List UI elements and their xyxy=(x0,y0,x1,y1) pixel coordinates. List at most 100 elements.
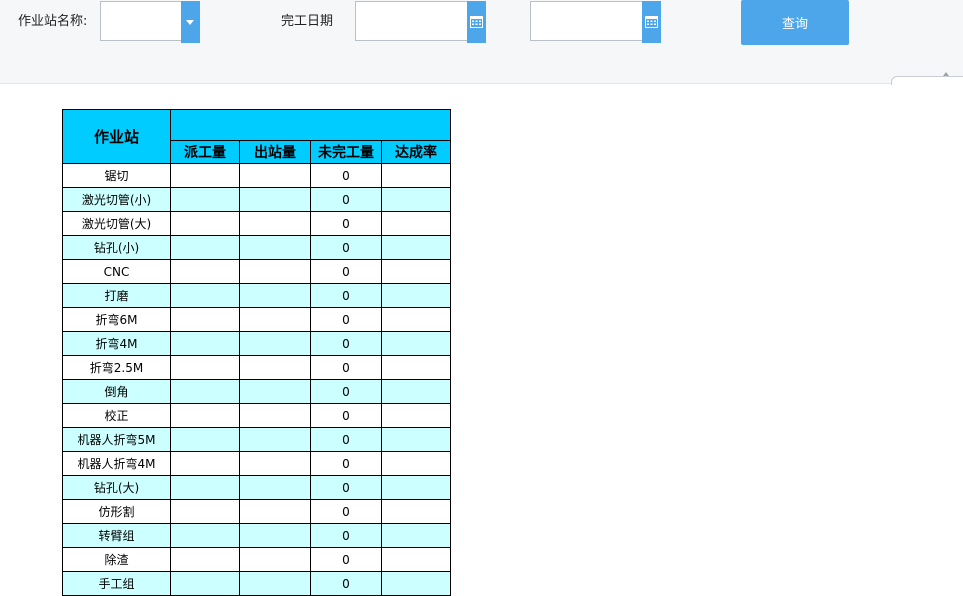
table-body: 锯切 0 激光切管(小) 0 激光切管(大) 0 钻孔(小) 0 CNC 0 打磨 0 折弯6M 0 折弯4… xyxy=(62,163,451,596)
cell-dispatched xyxy=(170,259,240,284)
cell-dispatched xyxy=(170,571,240,596)
date-from-input[interactable] xyxy=(355,1,486,43)
cell-dispatched xyxy=(170,547,240,572)
cell-unfinished: 0 xyxy=(310,355,382,380)
calendar-icon[interactable] xyxy=(642,1,661,43)
cell-station: 激光切管(小) xyxy=(62,187,171,212)
cell-out xyxy=(239,403,311,428)
date-to-input[interactable] xyxy=(530,1,661,43)
cell-unfinished: 0 xyxy=(310,403,382,428)
cell-out xyxy=(239,355,311,380)
calendar-icon[interactable] xyxy=(467,1,486,43)
cell-station: 除渣 xyxy=(62,547,171,572)
cell-station: 倒角 xyxy=(62,379,171,404)
cell-dispatched xyxy=(170,403,240,428)
cell-station: CNC xyxy=(62,259,171,284)
table-row: 折弯4M 0 xyxy=(62,331,451,356)
cell-station: 折弯6M xyxy=(62,307,171,332)
cell-station: 机器人折弯5M xyxy=(62,427,171,452)
cell-rate xyxy=(381,451,451,476)
cell-rate xyxy=(381,331,451,356)
cell-unfinished: 0 xyxy=(310,307,382,332)
header-out: 出站量 xyxy=(239,140,311,164)
table-row: 仿形割 0 xyxy=(62,499,451,524)
cell-rate xyxy=(381,187,451,212)
cell-out xyxy=(239,235,311,260)
cell-unfinished: 0 xyxy=(310,451,382,476)
cell-unfinished: 0 xyxy=(310,187,382,212)
cell-rate xyxy=(381,379,451,404)
cell-station: 机器人折弯4M xyxy=(62,451,171,476)
station-report-table: 作业站 派工量 出站量 未完工量 达成率 锯切 0 激光切管(小) 0 激光切管(大) 0… xyxy=(62,109,451,596)
cell-dispatched xyxy=(170,235,240,260)
cell-dispatched xyxy=(170,451,240,476)
header-unfinished: 未完工量 xyxy=(310,140,382,164)
cell-unfinished: 0 xyxy=(310,163,382,188)
cell-dispatched xyxy=(170,331,240,356)
cell-station: 激光切管(大) xyxy=(62,211,171,236)
cell-unfinished: 0 xyxy=(310,235,382,260)
cell-out xyxy=(239,187,311,212)
cell-out xyxy=(239,259,311,284)
cell-out xyxy=(239,571,311,596)
cell-rate xyxy=(381,499,451,524)
cell-out xyxy=(239,475,311,500)
table-row: 手工组 0 xyxy=(62,571,451,596)
cell-station: 校正 xyxy=(62,403,171,428)
cell-dispatched xyxy=(170,211,240,236)
station-select[interactable] xyxy=(100,1,200,43)
cell-unfinished: 0 xyxy=(310,379,382,404)
table-row: 倒角 0 xyxy=(62,379,451,404)
cell-station: 转臂组 xyxy=(62,523,171,548)
cell-out xyxy=(239,427,311,452)
cell-station: 钻孔(大) xyxy=(62,475,171,500)
cell-unfinished: 0 xyxy=(310,475,382,500)
cell-unfinished: 0 xyxy=(310,259,382,284)
cell-rate xyxy=(381,355,451,380)
header-rate: 达成率 xyxy=(381,140,451,164)
cell-station: 折弯4M xyxy=(62,331,171,356)
chevron-down-icon[interactable] xyxy=(181,1,200,43)
cell-station: 仿形割 xyxy=(62,499,171,524)
cell-rate xyxy=(381,259,451,284)
header-group xyxy=(170,109,451,141)
cell-rate xyxy=(381,283,451,308)
cell-dispatched xyxy=(170,499,240,524)
table-row: 折弯2.5M 0 xyxy=(62,355,451,380)
cell-dispatched xyxy=(170,187,240,212)
cell-dispatched xyxy=(170,523,240,548)
cell-out xyxy=(239,283,311,308)
table-row: 折弯6M 0 xyxy=(62,307,451,332)
cell-out xyxy=(239,379,311,404)
table-row: 机器人折弯4M 0 xyxy=(62,451,451,476)
table-row: 激光切管(小) 0 xyxy=(62,187,451,212)
cell-out xyxy=(239,211,311,236)
cell-out xyxy=(239,451,311,476)
header-dispatched: 派工量 xyxy=(170,140,240,164)
cell-dispatched xyxy=(170,427,240,452)
station-name-label: 作业站名称: xyxy=(18,14,88,29)
completion-date-label: 完工日期 xyxy=(281,14,334,29)
table-row: 钻孔(小) 0 xyxy=(62,235,451,260)
cell-rate xyxy=(381,403,451,428)
cell-station: 折弯2.5M xyxy=(62,355,171,380)
cell-unfinished: 0 xyxy=(310,499,382,524)
cell-rate xyxy=(381,547,451,572)
cell-dispatched xyxy=(170,355,240,380)
header-station: 作业站 xyxy=(62,109,171,164)
cell-unfinished: 0 xyxy=(310,331,382,356)
cell-dispatched xyxy=(170,307,240,332)
chevron-up-icon xyxy=(943,72,949,76)
cell-dispatched xyxy=(170,283,240,308)
cell-out xyxy=(239,307,311,332)
cell-unfinished: 0 xyxy=(310,211,382,236)
cell-dispatched xyxy=(170,163,240,188)
cell-unfinished: 0 xyxy=(310,283,382,308)
table-row: 锯切 0 xyxy=(62,163,451,188)
collapse-toggle[interactable] xyxy=(891,72,963,85)
cell-out xyxy=(239,523,311,548)
table-row: CNC 0 xyxy=(62,259,451,284)
cell-unfinished: 0 xyxy=(310,427,382,452)
cell-out xyxy=(239,163,311,188)
query-button[interactable]: 查询 xyxy=(741,0,849,45)
